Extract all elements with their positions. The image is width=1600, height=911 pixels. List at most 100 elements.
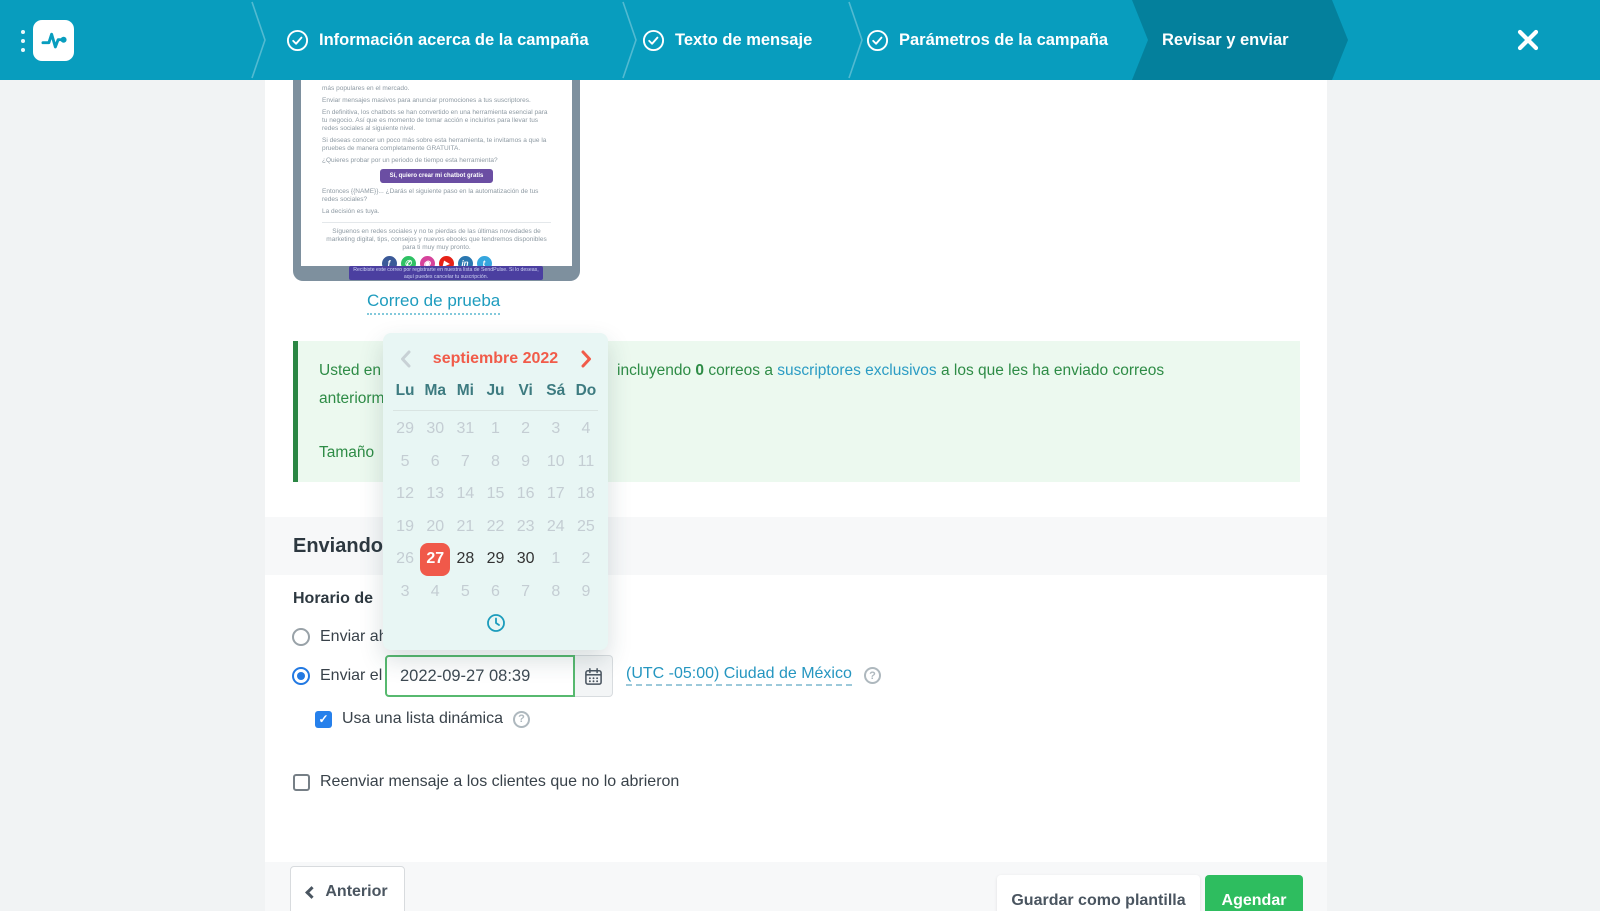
- sendpulse-logo[interactable]: [33, 20, 74, 61]
- timezone-link[interactable]: (UTC -05:00) Ciudad de México: [626, 665, 852, 686]
- wizard-footer: Anterior Guardar como plantilla Agendar: [265, 862, 1327, 911]
- calendar-day[interactable]: 3: [390, 576, 420, 609]
- calendar-day[interactable]: 24: [541, 511, 571, 544]
- send-later-option[interactable]: Enviar el: [292, 667, 382, 685]
- month-title: septiembre 2022: [432, 350, 559, 367]
- check-circle-icon: [866, 29, 889, 51]
- calendar-day[interactable]: 21: [450, 511, 480, 544]
- calendar-day[interactable]: 3: [541, 413, 571, 446]
- email-preview: más populares en el mercado. Enviar mensa…: [293, 80, 580, 281]
- step-separator: [251, 1, 266, 79]
- calendar-day[interactable]: 17: [541, 478, 571, 511]
- step-label: Texto de mensaje: [675, 30, 813, 49]
- send-now-option[interactable]: Enviar ah: [292, 628, 388, 646]
- previous-button[interactable]: Anterior: [290, 866, 405, 911]
- calendar-day[interactable]: 1: [541, 543, 571, 576]
- datetime-field: [385, 655, 613, 697]
- calendar-day[interactable]: 9: [571, 576, 601, 609]
- calendar-day[interactable]: 19: [390, 511, 420, 544]
- radio-checked-icon[interactable]: [292, 667, 310, 685]
- calendar-day[interactable]: 5: [450, 576, 480, 609]
- datetime-input[interactable]: [385, 655, 575, 697]
- calendar-day[interactable]: 18: [571, 478, 601, 511]
- send-now-label: Enviar ah: [320, 628, 388, 645]
- email-paragraph: En definitiva, los chatbots se han conve…: [322, 109, 548, 132]
- checkbox-unchecked-icon[interactable]: [293, 773, 310, 791]
- weekday-label: Mi: [456, 382, 474, 399]
- calendar-day[interactable]: 7: [450, 446, 480, 479]
- calendar-day[interactable]: 25: [571, 511, 601, 544]
- timezone-help-icon[interactable]: ?: [864, 667, 881, 684]
- calendar-day[interactable]: 5: [390, 446, 420, 479]
- calendar-day[interactable]: 1: [480, 413, 510, 446]
- calendar-day[interactable]: 28: [450, 543, 480, 576]
- notice-line1-right: incluyendo 0 correos a suscriptores excl…: [617, 362, 1165, 379]
- test-email-link[interactable]: Correo de prueba: [367, 291, 501, 315]
- step-review-send[interactable]: Revisar y enviar: [1162, 0, 1289, 80]
- calendar-day[interactable]: 14: [450, 478, 480, 511]
- dynamic-list-label: Usa una lista dinámica: [342, 710, 503, 727]
- calendar-day[interactable]: 22: [480, 511, 510, 544]
- close-icon[interactable]: [1512, 24, 1544, 56]
- datepicker-header: septiembre 2022: [383, 333, 608, 369]
- calendar-day[interactable]: 31: [450, 413, 480, 446]
- calendar-day[interactable]: 20: [420, 511, 450, 544]
- calendar-day[interactable]: 29: [480, 543, 510, 576]
- check-circle-icon: [642, 29, 665, 51]
- time-picker-icon[interactable]: [383, 613, 608, 633]
- calendar-day[interactable]: 11: [571, 446, 601, 479]
- step-label: Información acerca de la campaña: [319, 30, 589, 49]
- send-later-label: Enviar el: [320, 667, 383, 684]
- step-campaign-params[interactable]: Parámetros de la campaña: [866, 0, 1108, 80]
- drag-handle-icon: [21, 30, 25, 52]
- calendar-day[interactable]: 9: [511, 446, 541, 479]
- calendar-day[interactable]: 12: [390, 478, 420, 511]
- step-message-text[interactable]: Texto de mensaje: [642, 0, 812, 80]
- calendar-icon: [585, 667, 602, 685]
- calendar-day[interactable]: 6: [420, 446, 450, 479]
- calendar-toggle-button[interactable]: [575, 655, 613, 697]
- calendar-day[interactable]: 10: [541, 446, 571, 479]
- pulse-icon: [41, 32, 67, 48]
- calendar-day[interactable]: 2: [511, 413, 541, 446]
- email-paragraph: Entonces {{NAME}}... ¿Darás el siguiente…: [322, 188, 539, 203]
- notice-size-line: Tamaño: [319, 444, 375, 461]
- email-paragraph: La decisión es tuya.: [322, 208, 380, 215]
- radio-unchecked-icon[interactable]: [292, 628, 310, 646]
- calendar-day[interactable]: 8: [480, 446, 510, 479]
- calendar-day[interactable]: 2: [571, 543, 601, 576]
- calendar-day[interactable]: 7: [511, 576, 541, 609]
- schedule-button[interactable]: Agendar: [1205, 875, 1303, 911]
- checkbox-checked-icon[interactable]: ✓: [315, 710, 332, 728]
- calendar-day[interactable]: 4: [420, 576, 450, 609]
- datepicker-divider: [393, 410, 598, 411]
- step-campaign-info[interactable]: Información acerca de la campaña: [286, 0, 589, 80]
- calendar-day[interactable]: 8: [541, 576, 571, 609]
- dynamic-list-option[interactable]: ✓ Usa una lista dinámica ?: [315, 710, 530, 728]
- email-divider: [322, 222, 551, 223]
- email-unsubscribe-bar: Recibiste este correo por registrarte en…: [349, 266, 543, 280]
- check-circle-icon: [286, 29, 309, 51]
- chevron-left-icon: [305, 886, 319, 899]
- excluded-count: 0: [695, 362, 705, 379]
- dynamic-list-help-icon[interactable]: ?: [512, 710, 530, 728]
- save-as-template-button[interactable]: Guardar como plantilla: [997, 875, 1200, 911]
- calendar-day[interactable]: 13: [420, 478, 450, 511]
- calendar-day[interactable]: 23: [511, 511, 541, 544]
- calendar-day[interactable]: 30: [420, 413, 450, 446]
- calendar-day[interactable]: 29: [390, 413, 420, 446]
- calendar-day[interactable]: 30: [511, 543, 541, 576]
- calendar-day[interactable]: 27: [420, 543, 451, 576]
- exclusive-subscribers-link[interactable]: suscriptores exclusivos: [777, 362, 936, 379]
- calendar-day[interactable]: 16: [511, 478, 541, 511]
- weekday-label: Do: [575, 382, 597, 399]
- prev-month-icon[interactable]: [398, 349, 412, 369]
- weekday-label: Ma: [424, 382, 446, 399]
- calendar-day[interactable]: 4: [571, 413, 601, 446]
- resend-option[interactable]: Reenviar mensaje a los clientes que no l…: [293, 773, 679, 791]
- calendar-day[interactable]: 26: [390, 543, 420, 576]
- next-month-icon[interactable]: [579, 349, 593, 369]
- calendar-day[interactable]: 15: [480, 478, 510, 511]
- calendar-day[interactable]: 6: [480, 576, 510, 609]
- email-preview-body: más populares en el mercado. Enviar mensa…: [301, 80, 572, 271]
